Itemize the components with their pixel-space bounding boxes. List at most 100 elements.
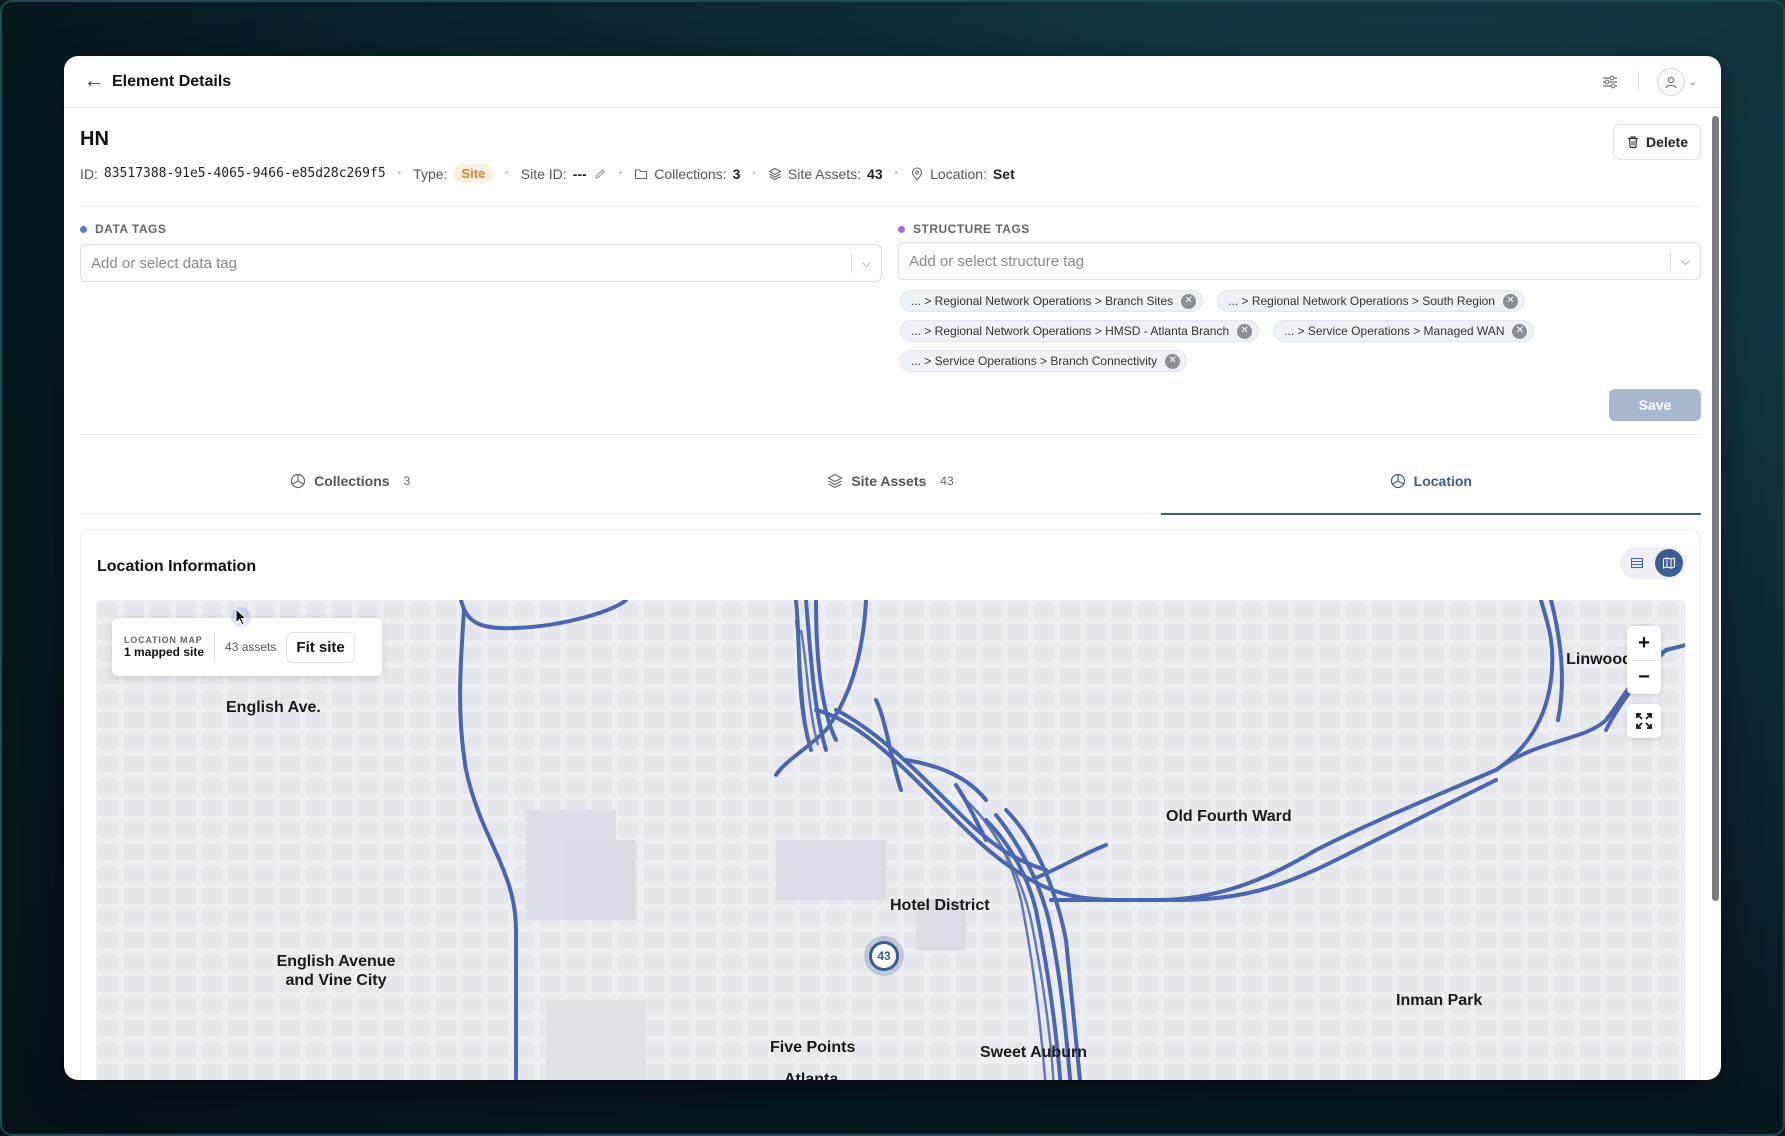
pencil-icon[interactable] (593, 167, 607, 181)
collection-icon (290, 473, 306, 489)
remove-chip-icon[interactable]: ✕ (1502, 293, 1518, 309)
separator: • (397, 168, 402, 179)
structure-tag-placeholder: Add or select structure tag (909, 252, 1085, 270)
collections-label: Collections: (654, 165, 727, 182)
data-tags-label-text: DATA TAGS (95, 222, 167, 236)
table-icon (1630, 557, 1644, 569)
chip-label: ... > Service Operations > Branch Connec… (911, 354, 1158, 368)
map-label: Linwood (1566, 651, 1632, 668)
divider (80, 434, 1701, 435)
site-id-label: Site ID: (520, 165, 567, 182)
location-card: Location Information English Ave. Old Fo… (80, 529, 1701, 1080)
map-label: English Ave. (226, 699, 321, 716)
chevron-down-icon: ⌄ (1688, 76, 1697, 88)
map-info-mapped: 1 mapped site (124, 645, 205, 659)
divider (80, 206, 1701, 207)
location-label: Location: (930, 165, 987, 182)
chevron-down-icon[interactable]: ⌵ (1681, 254, 1690, 269)
pin-icon (912, 166, 923, 181)
structure-tag-chip: ... > Regional Network Operations > Sout… (1217, 290, 1525, 312)
fullscreen-button[interactable] (1627, 704, 1661, 738)
map-label: Sweet Auburn (980, 1044, 1087, 1061)
location-icon (1390, 473, 1405, 489)
zoom-out-button[interactable]: − (1627, 660, 1661, 694)
tab-collections-count: 3 (403, 474, 411, 488)
tab-bar: Collections 3 Site Assets 43 Location (80, 456, 1702, 515)
map-label: English Avenue and Vine City (276, 953, 396, 990)
tab-location-label: Location (1413, 473, 1472, 489)
tab-site-assets[interactable]: Site Assets 43 (620, 456, 1160, 514)
separator: • (505, 168, 509, 179)
separator: • (618, 168, 623, 179)
sliders-icon[interactable] (1600, 72, 1620, 92)
structure-tag-chip: ... > Service Operations > Branch Connec… (900, 350, 1188, 372)
structure-tags-label-text: STRUCTURE TAGS (913, 222, 1030, 236)
user-menu[interactable]: ⌄ (1656, 68, 1697, 96)
app-window: ← Element Details ⌄ HN Delete ID: 835173… (64, 56, 1721, 1080)
tab-site-assets-count: 43 (940, 474, 954, 488)
data-tags-label: DATA TAGS (80, 222, 166, 236)
structure-tags-dot (898, 225, 905, 233)
tab-site-assets-label: Site Assets (851, 473, 927, 489)
zoom-controls: + − (1627, 626, 1661, 694)
structure-tag-chip: ... > Service Operations > Managed WAN ✕ (1273, 320, 1535, 342)
chevron-down-icon[interactable]: ⌵ (862, 256, 871, 271)
chip-label: ... > Regional Network Operations > Bran… (911, 294, 1174, 308)
structure-tag-chips: ... > Regional Network Operations > Bran… (900, 290, 1660, 372)
structure-tag-chip: ... > Regional Network Operations > Bran… (900, 290, 1204, 312)
separator: • (752, 168, 756, 179)
zoom-in-button[interactable]: + (1627, 626, 1661, 660)
location-map[interactable]: English Ave. Old Fourth Ward Hotel Distr… (96, 600, 1685, 1080)
map-info-eyebrow: LOCATION MAP (124, 635, 203, 645)
marker-count: 43 (869, 941, 899, 971)
back-arrow-icon[interactable]: ← (84, 70, 112, 93)
map-icon (1662, 557, 1676, 569)
structure-tag-select[interactable]: Add or select structure tag ⌵ (898, 242, 1701, 280)
tab-location[interactable]: Location (1160, 456, 1702, 515)
data-tag-placeholder: Add or select data tag (91, 254, 237, 272)
divider (214, 632, 216, 662)
map-label: Inman Park (1396, 992, 1483, 1009)
avatar[interactable] (1656, 68, 1685, 96)
remove-chip-icon[interactable]: ✕ (1181, 293, 1197, 309)
delete-button[interactable]: Delete (1612, 124, 1701, 160)
element-meta: ID: 83517388-91e5-4065-9466-e85d28c269f5… (80, 164, 1015, 183)
divider (1637, 71, 1639, 93)
map-view-button[interactable] (1655, 549, 1683, 577)
id-value: 83517388-91e5-4065-9466-e85d28c269f5 (103, 166, 386, 181)
site-marker[interactable]: 43 (864, 936, 904, 976)
tab-collections[interactable]: Collections 3 (80, 456, 620, 514)
mouse-cursor-icon (231, 607, 251, 627)
map-label: Five Points (770, 1039, 856, 1056)
type-badge: Site (453, 164, 494, 183)
chip-label: ... > Regional Network Operations > HMSD… (911, 324, 1230, 338)
remove-chip-icon[interactable]: ✕ (1237, 323, 1253, 339)
id-label: ID: (80, 165, 98, 182)
delete-label: Delete (1645, 134, 1688, 150)
scrollbar[interactable] (1712, 116, 1719, 901)
save-button[interactable]: Save (1609, 389, 1701, 421)
element-name: HN (80, 128, 109, 150)
divider (850, 253, 852, 273)
site-assets-label: Site Assets: (787, 165, 862, 182)
page-title: Element Details (112, 72, 232, 90)
table-view-button[interactable] (1623, 549, 1651, 577)
view-toggle (1620, 547, 1686, 579)
site-id-value: --- (572, 165, 587, 182)
data-tags-dot (80, 225, 87, 233)
divider (1669, 251, 1671, 271)
user-icon (1665, 76, 1677, 89)
folder-icon (635, 168, 648, 179)
remove-chip-icon[interactable]: ✕ (1512, 323, 1528, 339)
map-info-assets: 43 assets (225, 640, 277, 654)
remove-chip-icon[interactable]: ✕ (1165, 353, 1181, 369)
fullscreen-icon (1636, 713, 1652, 729)
chip-label: ... > Service Operations > Managed WAN (1284, 324, 1505, 338)
data-tag-select[interactable]: Add or select data tag ⌵ (80, 244, 882, 282)
map-label: Hotel District (890, 897, 990, 914)
site-assets-value: 43 (867, 165, 883, 182)
tab-collections-label: Collections (314, 473, 390, 489)
location-title: Location Information (97, 558, 257, 575)
type-label: Type: (413, 165, 448, 182)
fit-site-button[interactable]: Fit site (286, 631, 355, 663)
